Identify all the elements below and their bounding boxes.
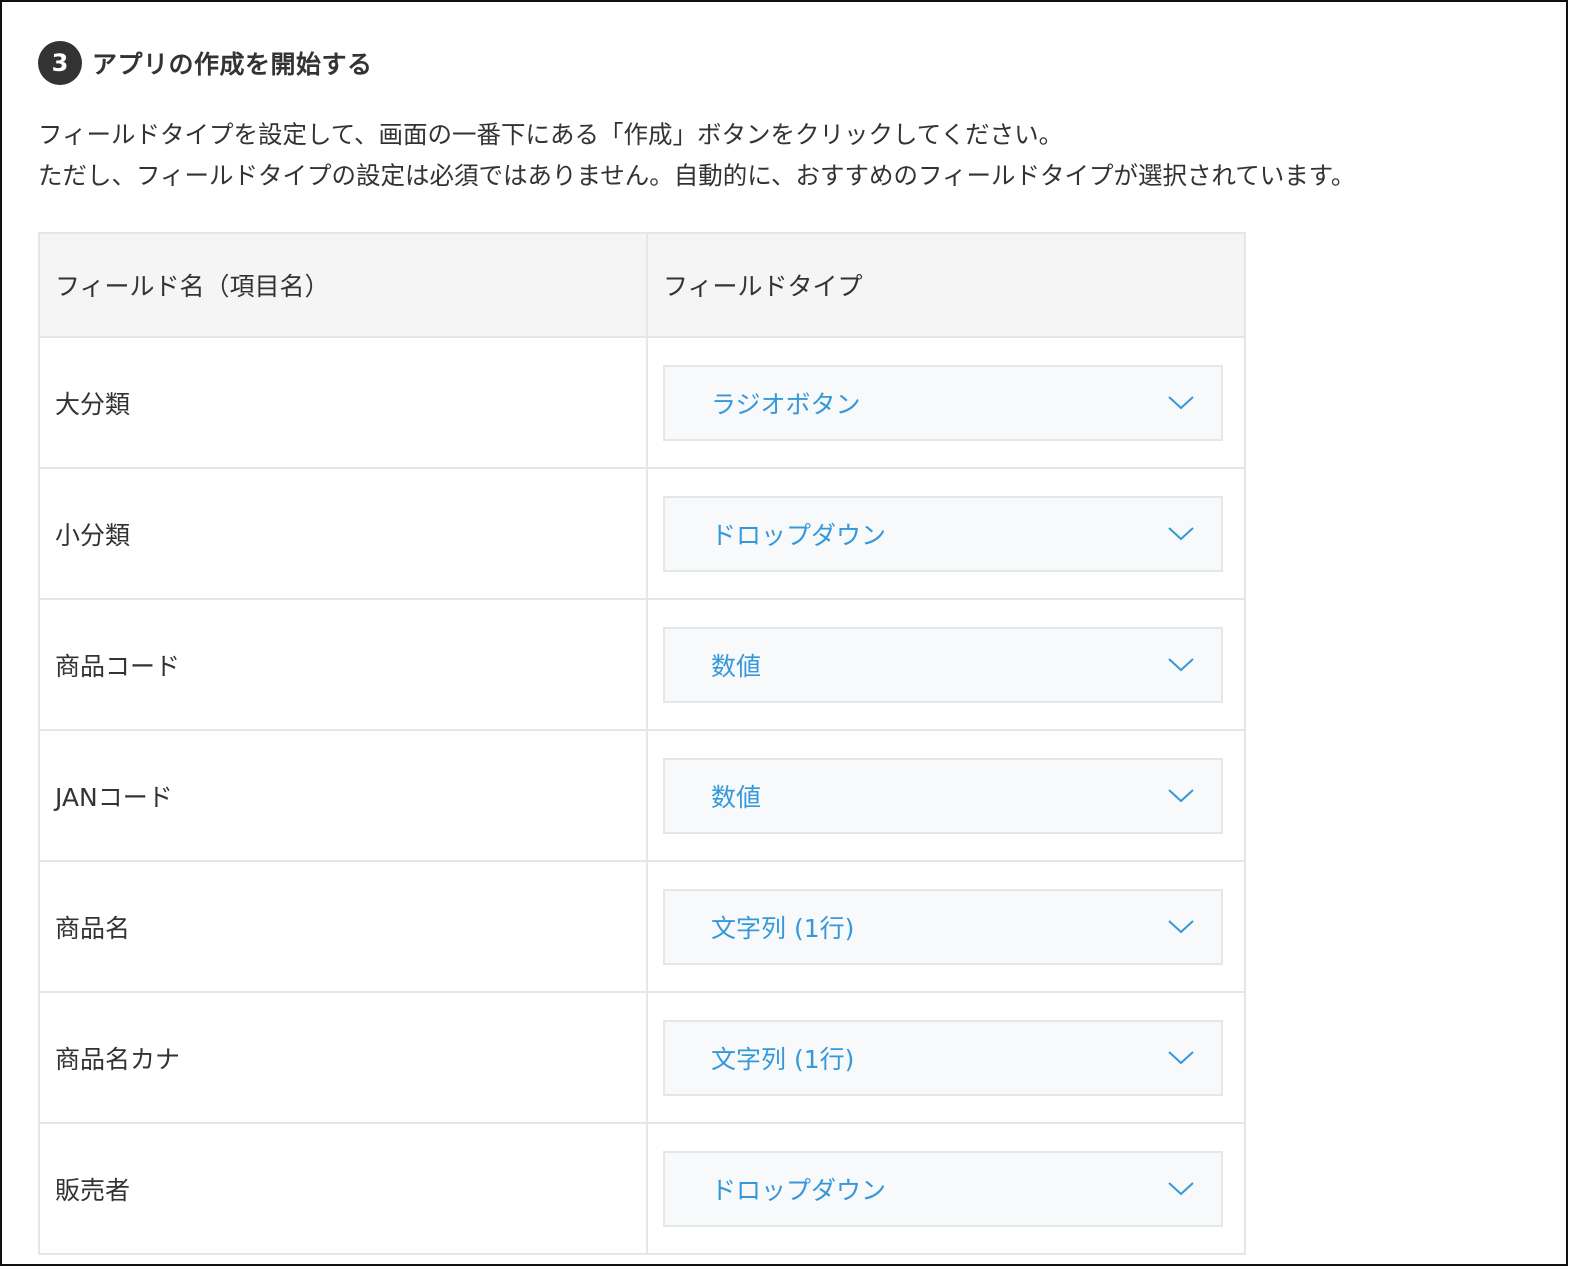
field-type-cell: ドロップダウン [648,469,1244,598]
field-type-select[interactable]: 数値 [663,626,1223,703]
field-type-select[interactable]: 文字列 (1行) [663,1019,1223,1096]
field-type-cell: 数値 [648,731,1244,860]
field-type-selected-value: ラジオボタン [711,389,861,419]
field-type-table: フィールド名（項目名） フィールドタイプ 大分類 ラジオボタン 小分類 ドロップ… [38,232,1246,1255]
chevron-down-icon [1167,526,1195,542]
field-type-cell: ドロップダウン [648,1124,1244,1253]
field-type-select[interactable]: ドロップダウン [663,1150,1223,1227]
chevron-down-icon [1167,657,1195,673]
field-name-cell: 商品名 [40,862,648,991]
instructions-line-2: ただし、フィールドタイプの設定は必須ではありません。自動的に、おすすめのフィール… [38,161,1356,190]
instructions: フィールドタイプを設定して、画面の一番下にある「作成」ボタンをクリックしてくださ… [38,114,1355,196]
table-row: 商品名カナ 文字列 (1行) [40,993,1244,1124]
field-type-selected-value: ドロップダウン [711,520,887,550]
field-type-select[interactable]: 文字列 (1行) [663,888,1223,965]
field-type-cell: 数値 [648,600,1244,729]
field-type-select[interactable]: 数値 [663,757,1223,834]
field-type-selected-value: ドロップダウン [711,1175,887,1205]
field-type-cell: 文字列 (1行) [648,993,1244,1122]
field-type-selected-value: 文字列 (1行) [711,1044,855,1074]
table-header-row: フィールド名（項目名） フィールドタイプ [40,234,1244,338]
chevron-down-icon [1167,788,1195,804]
page-frame: 3 アプリの作成を開始する フィールドタイプを設定して、画面の一番下にある「作成… [0,0,1568,1266]
chevron-down-icon [1167,1050,1195,1066]
header-field-type: フィールドタイプ [663,272,863,301]
field-type-cell: 文字列 (1行) [648,862,1244,991]
field-name-cell: 商品コード [40,600,648,729]
field-name-cell: 大分類 [40,338,648,467]
table-row: 大分類 ラジオボタン [40,338,1244,469]
field-name-cell: 小分類 [40,469,648,598]
field-type-selected-value: 数値 [711,782,762,812]
chevron-down-icon [1167,395,1195,411]
field-type-select[interactable]: ドロップダウン [663,495,1223,572]
field-name-cell: JANコード [40,731,648,860]
field-type-select[interactable]: ラジオボタン [663,364,1223,441]
table-row: 商品名 文字列 (1行) [40,862,1244,993]
step-header: 3 アプリの作成を開始する [38,40,373,86]
step-title: アプリの作成を開始する [92,50,373,79]
field-type-cell: ラジオボタン [648,338,1244,467]
header-field-name: フィールド名（項目名） [40,234,648,336]
table-row: 小分類 ドロップダウン [40,469,1244,600]
field-type-selected-value: 文字列 (1行) [711,913,855,943]
chevron-down-icon [1167,919,1195,935]
table-row: 販売者 ドロップダウン [40,1124,1244,1255]
chevron-down-icon [1167,1181,1195,1197]
field-name-cell: 商品名カナ [40,993,648,1122]
step-number-badge: 3 [38,41,82,85]
table-row: 商品コード 数値 [40,600,1244,731]
table-row: JANコード 数値 [40,731,1244,862]
field-name-cell: 販売者 [40,1124,648,1253]
field-type-selected-value: 数値 [711,651,762,681]
instructions-line-1: フィールドタイプを設定して、画面の一番下にある「作成」ボタンをクリックしてくださ… [38,120,1064,149]
